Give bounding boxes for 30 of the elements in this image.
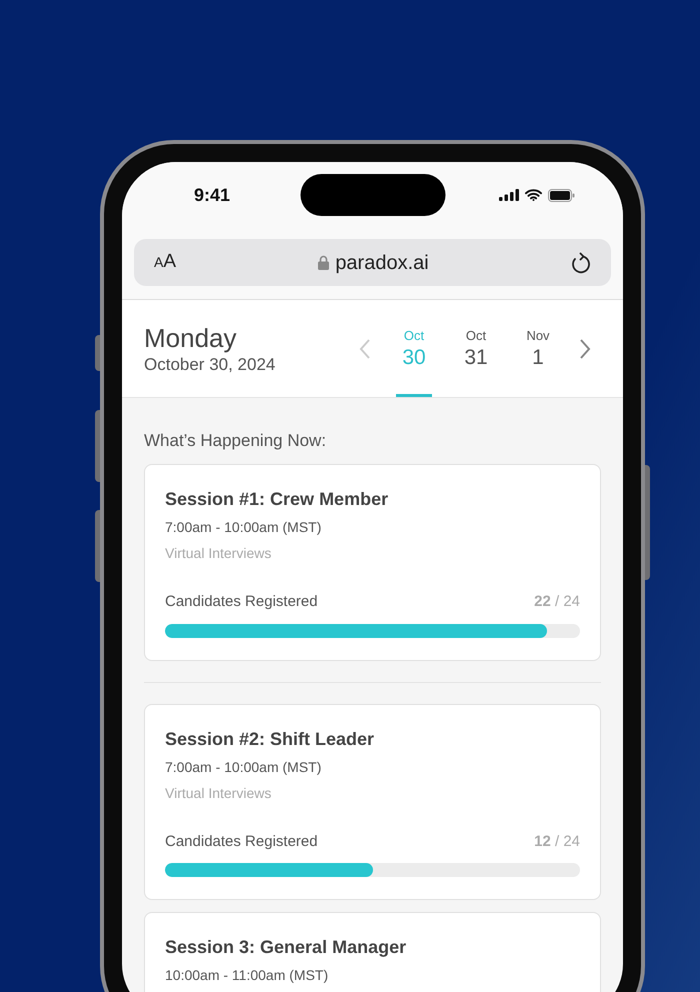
session-card[interactable]: Session 3: General Manager 10:00am - 11:00am (MST) [144,912,601,992]
session-card[interactable]: Session #1: Crew Member 7:00am - 10:00am (MST) Virtual Interviews Candidates Registered 22 / 24 [144,464,601,660]
session-mode: Virtual Interviews [165,544,272,563]
day-heading: Monday [144,322,238,354]
text-size-button[interactable]: AA [154,248,176,277]
session-mode: Virtual Interviews [165,784,272,802]
status-time: 9:41 [194,184,230,206]
session-title: Session #1: Crew Member [165,488,390,511]
progress-label: Candidates Registered [165,832,318,852]
address-bar[interactable]: AA paradox.ai [134,239,611,286]
day-tab[interactable]: Nov 1 [507,300,569,397]
date-text: October 30, 2024 [144,354,276,376]
reload-icon[interactable] [571,252,591,274]
session-time: 7:00am - 10:00am (MST) [165,518,322,537]
registered-count: 12 / 24 [534,832,580,852]
session-title: Session 3: General Manager [165,936,408,959]
session-card[interactable]: Session #2: Shift Leader 7:00am - 10:00am (MST) Virtual Interviews Candidates Registered 12 / 24 [144,704,601,900]
wifi-icon [525,189,542,201]
session-time: 7:00am - 10:00am (MST) [165,758,322,776]
section-title: What’s Happening Now: [144,430,328,452]
progress-label: Candidates Registered [165,592,318,612]
session-title: Session #2: Shift Leader [165,728,376,750]
chevron-right-icon[interactable] [579,338,591,360]
session-time: 10:00am - 11:00am (MST) [165,966,330,985]
battery-icon [548,188,575,202]
url-text: paradox.ai [335,250,429,276]
lock-icon [318,255,330,270]
day-tab[interactable]: Oct 31 [445,300,507,397]
signal-icon [499,189,519,201]
registered-count: 22 / 24 [534,592,580,612]
